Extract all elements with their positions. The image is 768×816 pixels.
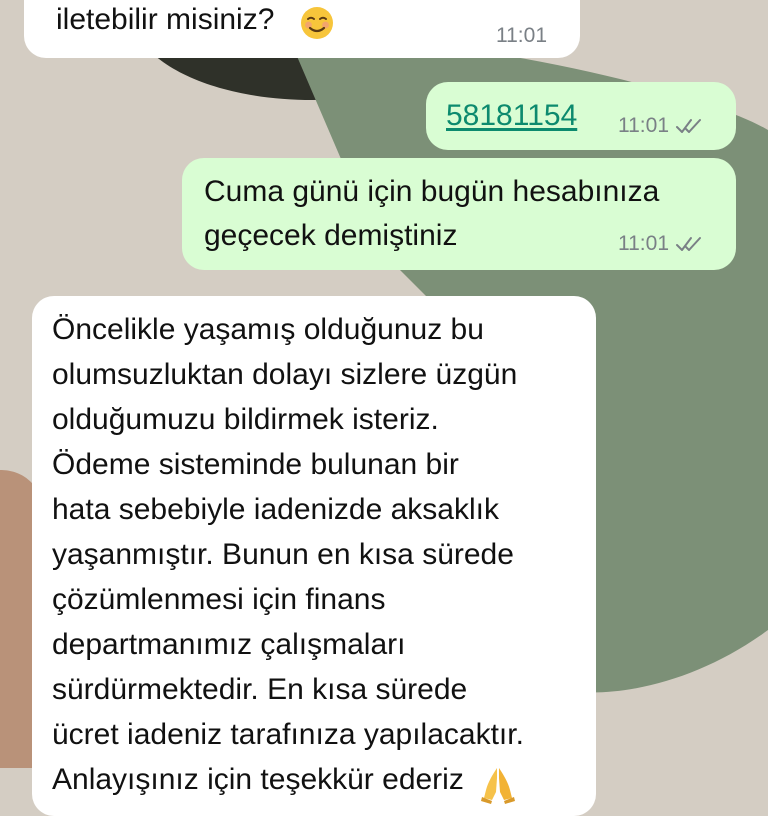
message-status: 11:01: [618, 232, 703, 256]
message-text-line: geçecek demiştiniz: [204, 219, 458, 252]
message-text-line: iletebilir misiniz?: [56, 3, 275, 36]
phone-number-link[interactable]: 58181154: [446, 94, 577, 138]
double-check-icon: [676, 119, 701, 133]
message-text-line: Cuma günü için bugün hesabınıza: [204, 175, 660, 208]
message-text-line: ücret iadeniz tarafınıza yapılacaktır.: [52, 718, 524, 751]
message-text-line: sürdürmektedir. En kısa sürede: [52, 673, 468, 706]
chat-messages[interactable]: iletebilir misiniz? 11:01 58181154 11:01…: [0, 0, 768, 816]
message-text-line: yaşanmıştır. Bunun en kısa sürede: [52, 538, 514, 571]
double-check-icon: [676, 237, 701, 251]
message-text-line: Ödeme sisteminde bulunan bir: [52, 448, 459, 481]
incoming-message-bubble[interactable]: Öncelikle yaşamış olduğunuz bu olumsuzlu…: [32, 296, 596, 816]
message-status: 11:01: [618, 114, 703, 138]
message-timestamp: 11:01: [618, 232, 669, 255]
message-text-line: olduğumuzu bildirmek isteriz.: [52, 403, 439, 436]
message-timestamp: 11:01: [496, 24, 547, 47]
message-text-line: olumsuzluktan dolayı sizlere üzgün: [52, 358, 518, 391]
message-text-line: Anlayışınız için teşekkür ederiz: [52, 763, 464, 796]
message-text-line: hata sebebiyle iadenizde aksaklık: [52, 493, 499, 526]
folded-hands-icon: [481, 768, 515, 804]
smiling-face-icon: [301, 7, 333, 39]
incoming-message-bubble[interactable]: iletebilir misiniz? 11:01: [24, 0, 580, 58]
message-text-line: departmanımız çalışmaları: [52, 628, 406, 661]
message-text-line: Öncelikle yaşamış olduğunuz bu: [52, 313, 484, 346]
message-text-line: çözümlenmesi için finans: [52, 583, 386, 616]
outgoing-message-bubble[interactable]: Cuma günü için bugün hesabınıza geçecek …: [182, 158, 736, 270]
message-timestamp: 11:01: [618, 114, 669, 137]
outgoing-message-bubble[interactable]: 58181154 11:01: [426, 82, 736, 150]
